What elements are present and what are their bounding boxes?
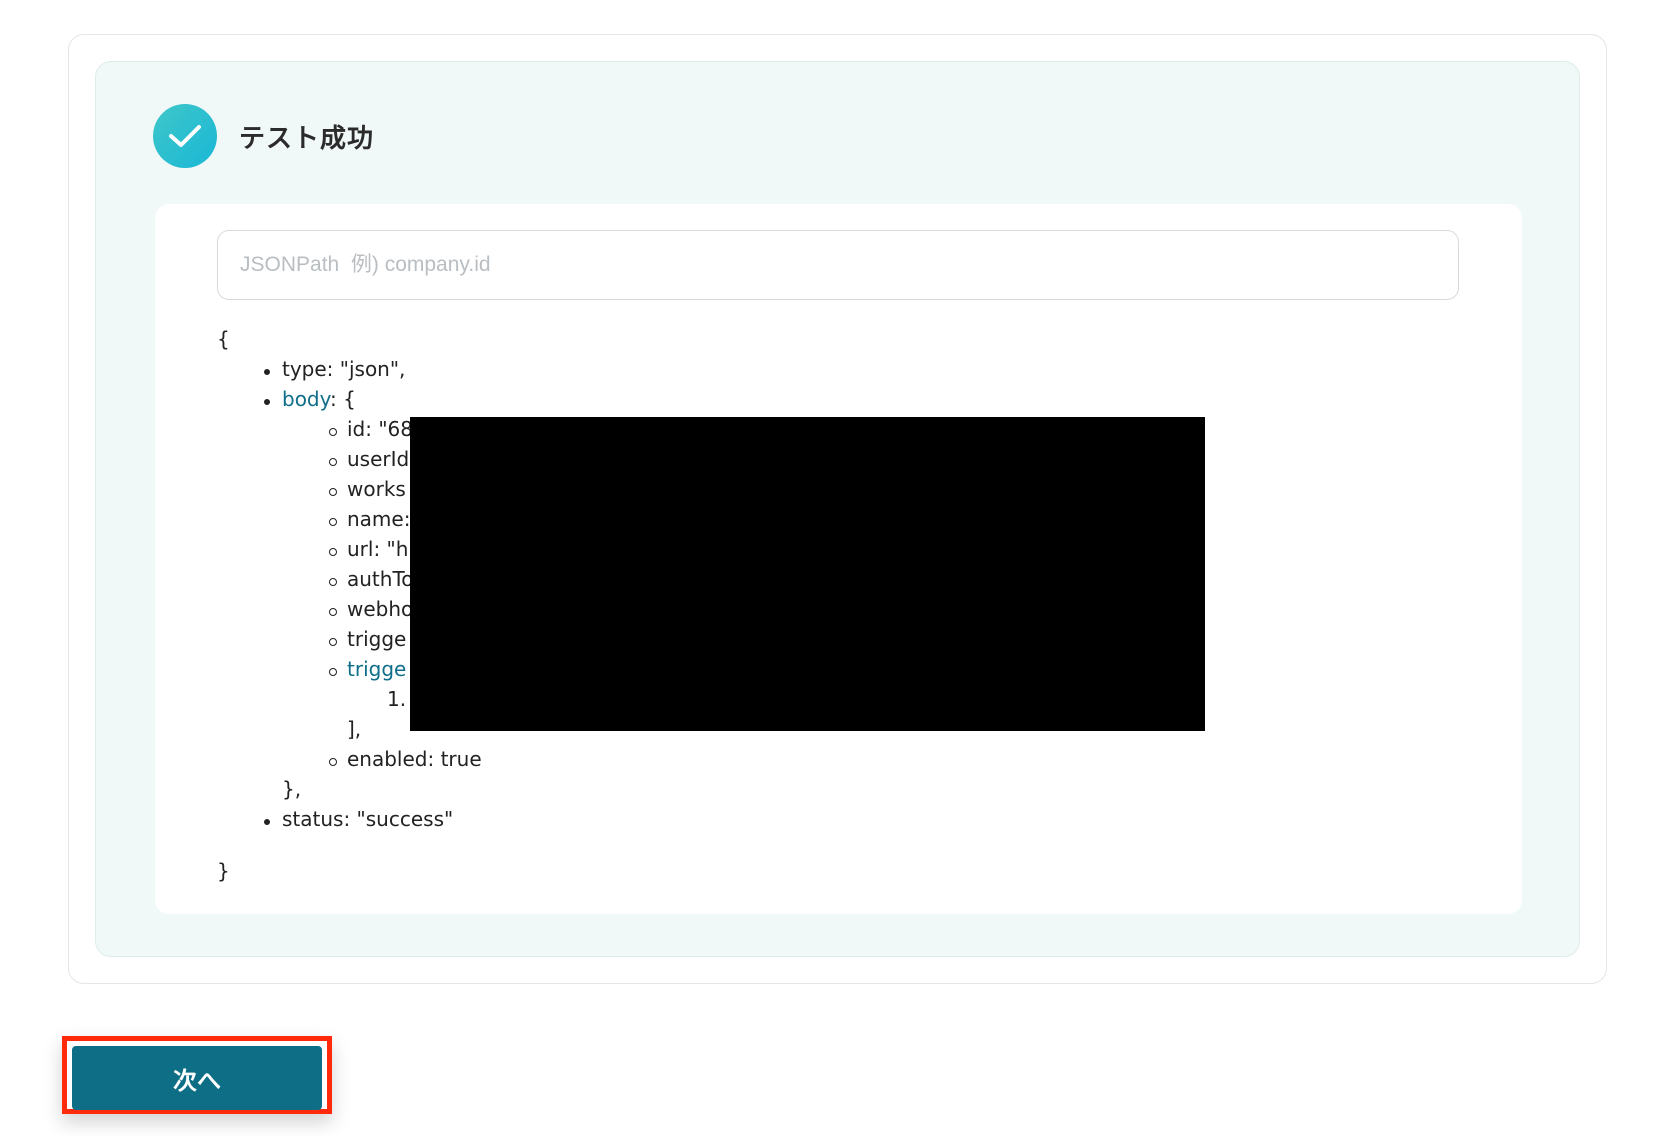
- check-circle-icon: [153, 104, 217, 168]
- json-field-enabled: enabled: true: [347, 747, 482, 771]
- jsonpath-search-input[interactable]: [217, 230, 1459, 300]
- body-key-toggle[interactable]: body: [282, 387, 330, 411]
- json-open-brace: {: [217, 327, 230, 351]
- json-line-type: type: "json",: [282, 357, 406, 381]
- redaction-block: [410, 417, 1205, 731]
- json-line-body: body: {: [282, 387, 356, 411]
- array-key-toggle[interactable]: trigge: [347, 657, 406, 681]
- json-body-close: },: [282, 777, 302, 801]
- json-line-status: status: "success": [282, 807, 454, 831]
- status-title: テスト成功: [239, 122, 375, 153]
- next-button[interactable]: 次へ: [72, 1046, 322, 1110]
- status-header: テスト成功: [153, 104, 374, 168]
- json-close-brace: }: [217, 859, 230, 883]
